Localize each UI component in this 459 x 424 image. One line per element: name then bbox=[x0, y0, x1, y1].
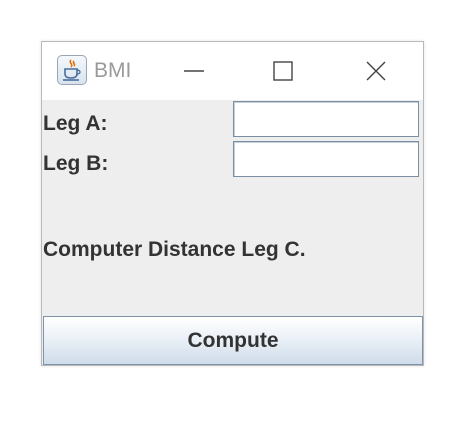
app-window: BMI Leg A: Leg B: Computer Distance Leg … bbox=[41, 41, 424, 366]
title-bar[interactable]: BMI bbox=[42, 42, 423, 100]
leg-b-input[interactable] bbox=[233, 141, 419, 177]
maximize-button[interactable] bbox=[253, 42, 313, 100]
close-button[interactable] bbox=[346, 42, 406, 100]
minimize-button[interactable] bbox=[164, 42, 224, 100]
window-title: BMI bbox=[94, 59, 132, 82]
compute-button[interactable]: Compute bbox=[43, 316, 423, 365]
java-cup-icon[interactable] bbox=[57, 55, 87, 85]
leg-a-label: Leg A: bbox=[43, 112, 108, 135]
minimize-icon bbox=[184, 70, 204, 72]
maximize-icon bbox=[273, 61, 293, 81]
close-icon bbox=[366, 61, 386, 81]
leg-b-label: Leg B: bbox=[43, 152, 109, 175]
leg-a-input[interactable] bbox=[233, 101, 419, 137]
result-label: Computer Distance Leg C. bbox=[43, 238, 306, 261]
form-panel: Leg A: Leg B: Computer Distance Leg C. C… bbox=[42, 100, 423, 366]
